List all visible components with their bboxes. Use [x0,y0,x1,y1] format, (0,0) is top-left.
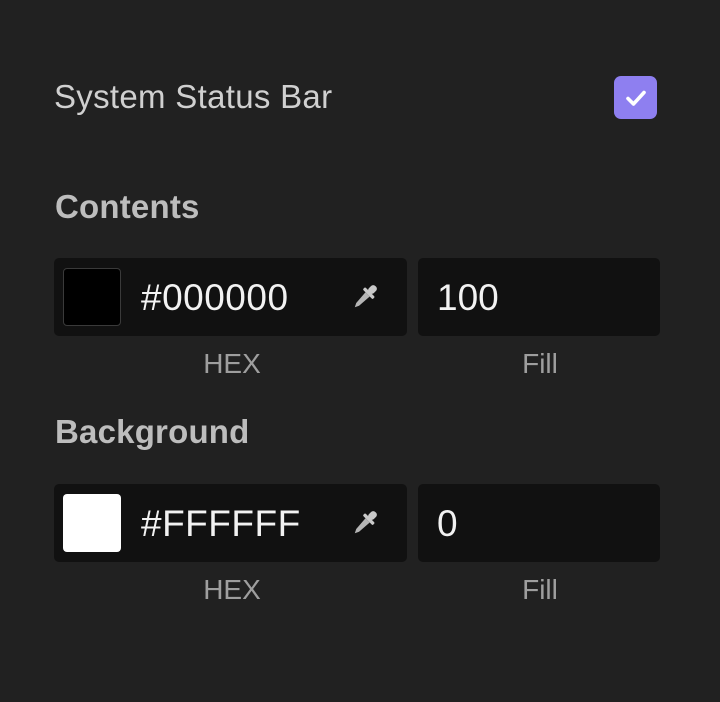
contents-hex-field[interactable]: #000000 [54,258,407,336]
contents-color-swatch[interactable] [63,268,121,326]
system-status-bar-label: System Status Bar [54,78,333,115]
contents-section-title: Contents [55,188,200,225]
background-fill-field[interactable]: 0 [418,484,660,562]
checkmark-icon [625,90,646,106]
system-status-bar-checkbox[interactable] [614,76,657,119]
background-color-swatch[interactable] [63,494,121,552]
contents-fill-caption: Fill [522,348,558,379]
system-status-bar-row: System Status Bar [54,76,658,120]
background-fill-caption: Fill [522,574,558,605]
status-bar-settings-panel: System Status Bar Contents #000000 100 H… [0,0,720,702]
contents-fill-field[interactable]: 100 [418,258,660,336]
contents-fill-value[interactable]: 100 [437,277,499,319]
contents-hex-value[interactable]: #000000 [141,277,289,319]
background-hex-value[interactable]: #FFFFFF [141,503,301,545]
background-section-title: Background [55,413,250,450]
background-fill-value[interactable]: 0 [437,503,458,545]
eyedropper-icon[interactable] [346,280,382,316]
background-hex-field[interactable]: #FFFFFF [54,484,407,562]
contents-hex-caption: HEX [203,348,261,379]
eyedropper-icon[interactable] [346,506,382,542]
background-hex-caption: HEX [203,574,261,605]
